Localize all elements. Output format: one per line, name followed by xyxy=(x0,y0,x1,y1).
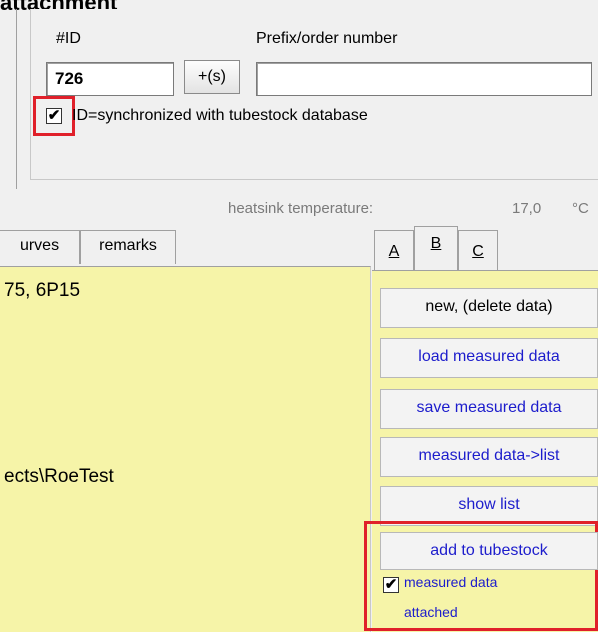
id-label: #ID xyxy=(56,30,81,47)
heatsink-unit: °C xyxy=(572,200,589,217)
memo-line: ects\RoeTest xyxy=(4,466,114,487)
tab-curves[interactable]: urves xyxy=(0,230,80,264)
prefix-label: Prefix/order number xyxy=(256,30,398,47)
heatsink-value: 17,0 xyxy=(512,200,542,217)
sync-checkbox[interactable]: ✔ xyxy=(46,108,62,124)
heatsink-label: heatsink temperature: xyxy=(228,200,374,217)
measured-data-to-list-button[interactable]: measured data->list xyxy=(380,437,598,477)
attached-checkbox: ✔ xyxy=(383,577,399,593)
prefix-input[interactable] xyxy=(256,62,592,96)
check-icon: ✔ xyxy=(384,576,398,593)
sync-label: ID=synchronized with tubestock database xyxy=(72,107,368,124)
add-s-button[interactable]: +(s) xyxy=(184,60,240,94)
add-to-tubestock-button[interactable]: add to tubestock xyxy=(380,532,598,570)
memo-line: 75, 6P15 xyxy=(4,280,81,301)
tab-a[interactable]: A xyxy=(374,230,414,270)
new-delete-data-button[interactable]: new, (delete data) xyxy=(380,288,598,328)
memo-area[interactable]: 75, 6P15 ects\RoeTest xyxy=(0,266,371,632)
load-measured-data-button[interactable]: load measured data xyxy=(380,338,598,378)
show-list-button[interactable]: show list xyxy=(380,486,598,526)
tab-b[interactable]: B xyxy=(414,226,458,270)
tab-c[interactable]: C xyxy=(458,230,498,270)
tab-remarks[interactable]: remarks xyxy=(80,230,176,264)
save-measured-data-button[interactable]: save measured data xyxy=(380,389,598,429)
check-icon: ✔ xyxy=(47,107,61,124)
id-input[interactable]: 726 xyxy=(46,62,174,96)
attached-label-line1: measured data xyxy=(404,574,498,590)
attached-label-line2: attached xyxy=(404,604,458,620)
